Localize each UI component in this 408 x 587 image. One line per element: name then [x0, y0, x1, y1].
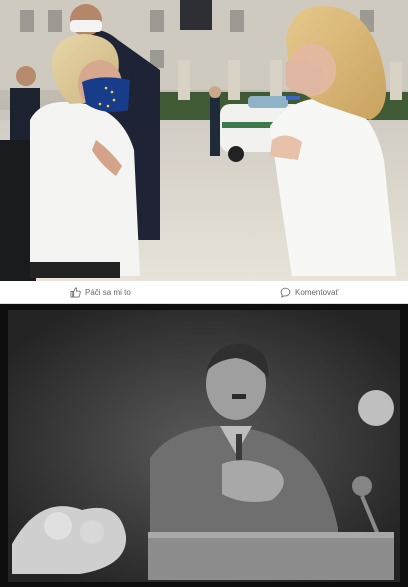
comment-button[interactable]: Komentovať — [280, 281, 338, 303]
like-label: Páči sa mi to — [85, 287, 131, 297]
comment-label: Komentovať — [295, 287, 339, 297]
thumbs-up-icon — [70, 287, 81, 298]
post-action-bar: Páči sa mi to Komentovať — [0, 281, 408, 304]
post-photo-color — [0, 0, 408, 281]
post-photo-archival — [0, 304, 408, 587]
speech-bubble-icon — [280, 287, 291, 298]
like-button[interactable]: Páči sa mi to — [70, 281, 131, 303]
